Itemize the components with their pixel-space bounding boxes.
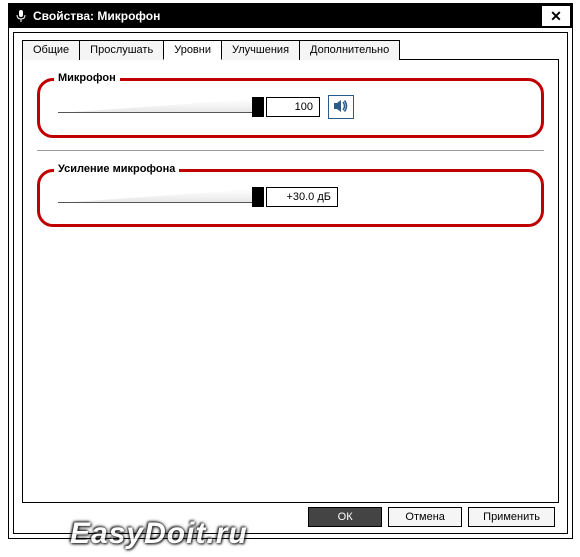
tab-enhancements[interactable]: Улучшения [221,40,300,60]
microphone-icon [15,10,27,22]
cancel-button[interactable]: Отмена [388,507,462,527]
properties-window: Свойства: Микрофон ✕ Общие Прослушать Ур… [8,3,573,539]
microphone-level-slider[interactable] [58,96,258,118]
close-icon: ✕ [550,8,562,25]
tab-label: Улучшения [232,44,289,56]
tab-label: Дополнительно [310,44,389,56]
group-row: 100 [52,95,529,119]
button-label: ОК [338,511,353,523]
apply-button[interactable]: Применить [468,507,555,527]
tab-levels[interactable]: Уровни [163,40,222,60]
separator [37,150,544,151]
group-legend: Микрофон [54,72,120,84]
slider-thumb[interactable] [252,187,264,207]
tab-general[interactable]: Общие [22,40,80,60]
button-label: Применить [483,511,540,523]
microphone-boost-group: Усиление микрофона +30.0 дБ [37,169,544,227]
tab-label: Прослушать [90,44,153,56]
tab-listen[interactable]: Прослушать [79,40,164,60]
microphone-level-group: Микрофон 100 [37,78,544,138]
tab-label: Общие [33,44,69,56]
button-label: Отмена [405,511,444,523]
dialog-button-row: ОК Отмена Применить [22,503,559,529]
mute-button[interactable] [328,95,354,119]
slider-thumb[interactable] [252,97,264,117]
close-button[interactable]: ✕ [542,6,570,26]
group-legend: Усиление микрофона [54,163,179,175]
tab-advanced[interactable]: Дополнительно [299,40,400,60]
ok-button[interactable]: ОК [308,507,382,527]
speaker-icon [333,99,349,116]
group-row: +30.0 дБ [52,186,529,208]
tab-panel-levels: Микрофон 100 [22,59,559,503]
tab-strip: Общие Прослушать Уровни Улучшения Дополн… [22,39,559,59]
titlebar[interactable]: Свойства: Микрофон ✕ [9,4,572,28]
microphone-boost-value[interactable]: +30.0 дБ [266,187,338,207]
window-title: Свойства: Микрофон [33,9,542,23]
window-body: Общие Прослушать Уровни Улучшения Дополн… [13,32,568,534]
tab-label: Уровни [174,44,211,56]
microphone-level-value[interactable]: 100 [266,97,320,117]
microphone-boost-slider[interactable] [58,186,258,208]
